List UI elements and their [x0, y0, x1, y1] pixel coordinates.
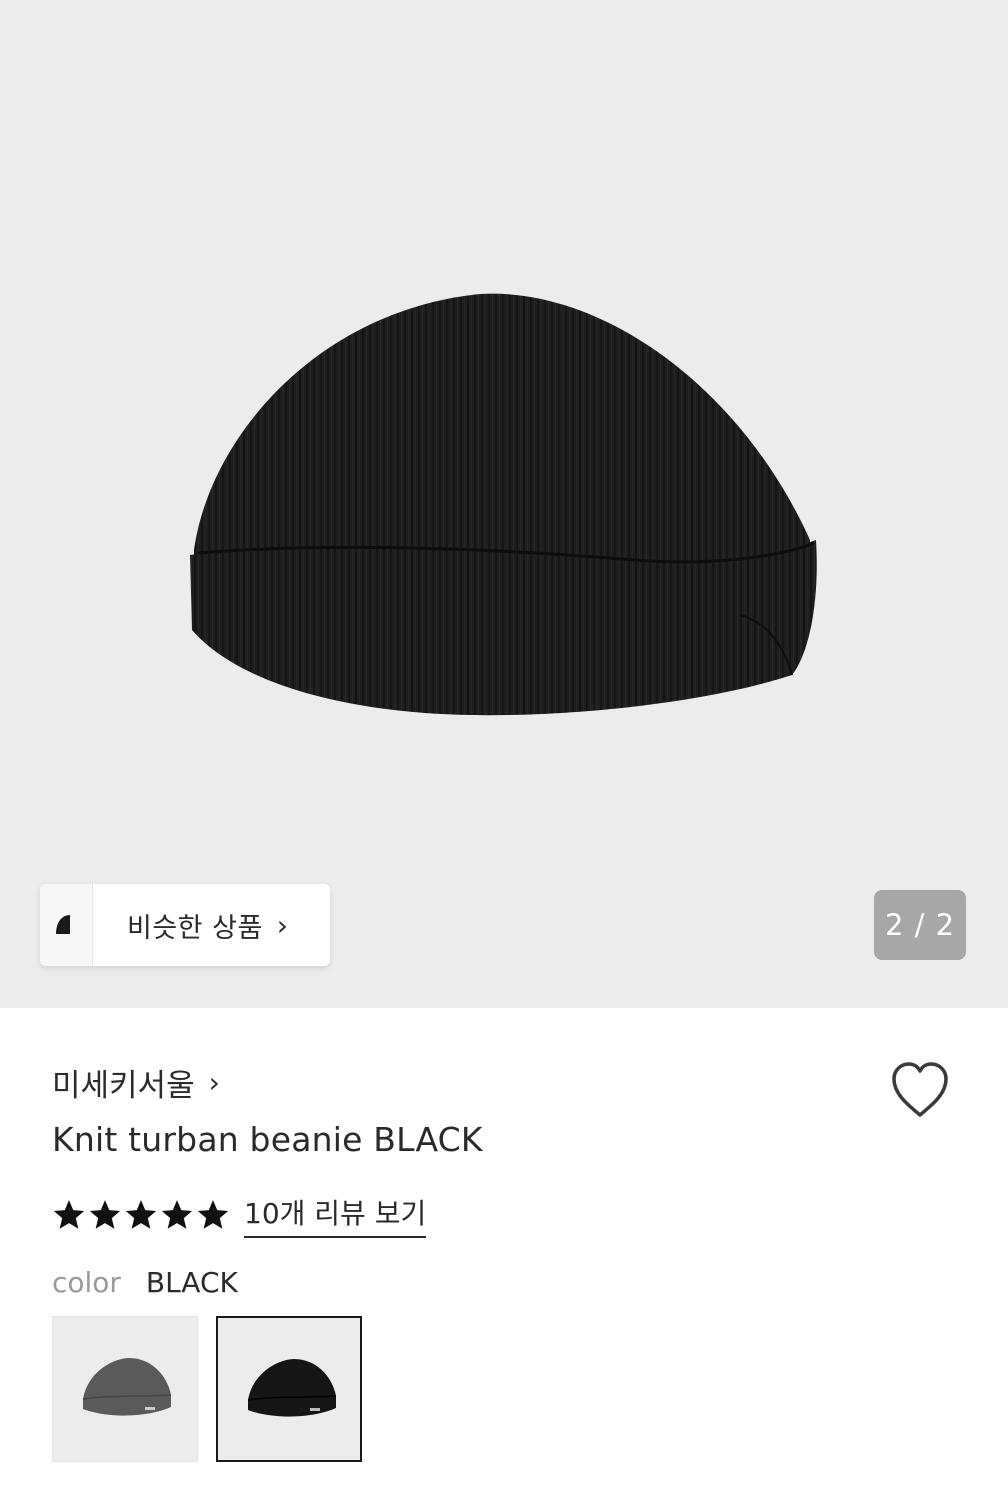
heart-outline-icon[interactable]: [888, 1060, 952, 1120]
color-swatch-black[interactable]: [216, 1316, 362, 1462]
similar-product-thumbnail: [40, 884, 93, 966]
star-icon: [197, 1200, 229, 1229]
chevron-right-icon: ›: [208, 1065, 220, 1099]
product-image-gallery[interactable]: 비슷한 상품 › 2 / 2: [0, 0, 1008, 1008]
star-icon: [53, 1200, 85, 1229]
color-selection-row: color BLACK: [52, 1266, 238, 1299]
brand-name: 미세키서울: [52, 1067, 195, 1104]
beanie-thumbnail-icon: [56, 915, 70, 934]
color-swatch-grey[interactable]: [52, 1316, 198, 1462]
similar-products-label: 비슷한 상품: [127, 912, 263, 944]
star-icon: [161, 1200, 193, 1229]
chevron-right-icon: ›: [276, 908, 288, 942]
rating-row: 10개 리뷰 보기: [52, 1192, 427, 1238]
beanie-product-image: [190, 293, 817, 716]
star-rating: [52, 1198, 230, 1232]
color-label: color: [52, 1266, 121, 1299]
grey-beanie-thumbnail: [82, 1358, 172, 1416]
selected-color-value: BLACK: [145, 1266, 238, 1299]
image-page-counter: 2 / 2: [874, 890, 966, 960]
similar-products-button[interactable]: 비슷한 상품 ›: [40, 884, 330, 966]
star-icon: [125, 1200, 157, 1229]
brand-link[interactable]: 미세키서울 ›: [52, 1060, 220, 1104]
star-icon: [89, 1200, 121, 1229]
reviews-link[interactable]: 10개 리뷰 보기: [244, 1192, 427, 1238]
black-beanie-thumbnail: [247, 1359, 337, 1417]
product-title: Knit turban beanie BLACK: [52, 1120, 483, 1159]
